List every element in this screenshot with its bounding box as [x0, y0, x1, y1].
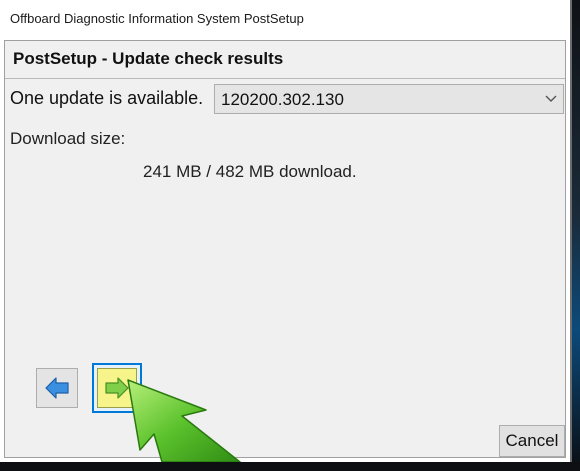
green-pointer-arrow-icon: [127, 379, 241, 462]
version-dropdown[interactable]: 120200.302.130: [214, 84, 564, 114]
cancel-button[interactable]: Cancel: [499, 425, 565, 457]
chevron-down-icon: [545, 95, 557, 102]
arrow-left-icon: [45, 377, 69, 399]
postsetup-window: Offboard Diagnostic Information System P…: [0, 0, 572, 462]
window-title: Offboard Diagnostic Information System P…: [10, 11, 304, 26]
title-bar[interactable]: Offboard Diagnostic Information System P…: [0, 0, 570, 38]
back-button[interactable]: [36, 368, 78, 408]
dialog-content: PostSetup - Update check results One upd…: [4, 40, 566, 458]
page-title: PostSetup - Update check results: [13, 49, 284, 68]
update-available-label: One update is available.: [10, 88, 204, 108]
taskbar-edge: [0, 461, 580, 471]
download-size-value: 241 MB / 482 MB download.: [143, 162, 357, 181]
header-divider: [5, 78, 565, 79]
version-dropdown-value: 120200.302.130: [221, 90, 344, 109]
download-size-label: Download size:: [10, 129, 126, 148]
